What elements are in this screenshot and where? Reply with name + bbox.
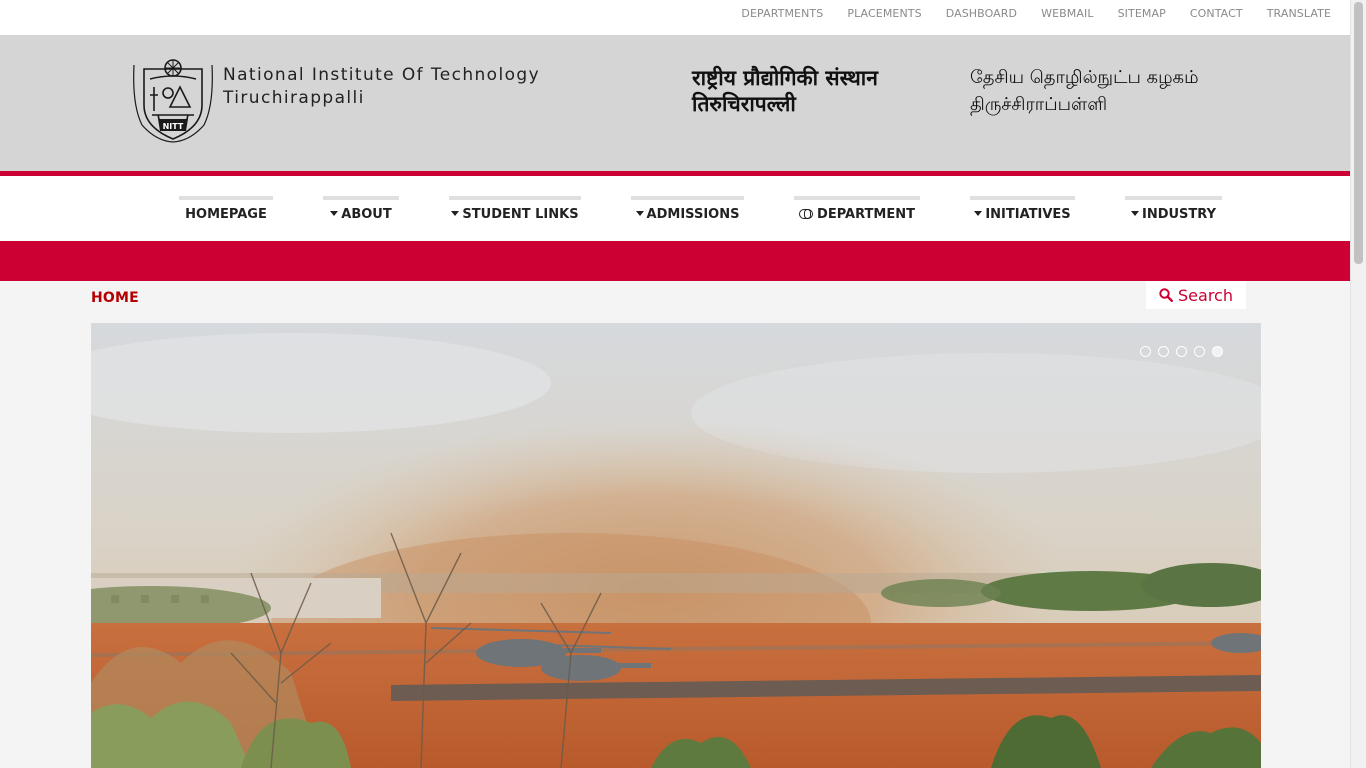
tamil-name-line2: திருச்சிராப்பள்ளி (970, 94, 1108, 115)
nav-department-label: DEPARTMENT (817, 206, 915, 222)
site-header: NITT National Institute Of Technology Ti… (0, 35, 1350, 171)
institute-name-tamil: தேசிய தொழில்நுட்ப கழகம் திருச்சிராப்பள்ள… (970, 64, 1199, 118)
search-icon (1159, 288, 1174, 302)
nav-initiatives-label: INITIATIVES (985, 206, 1071, 222)
slider-dot-4[interactable] (1194, 346, 1205, 357)
hindi-name-line2: तिरुचिरापल्ली (692, 92, 796, 116)
nav-about[interactable]: ABOUT (323, 196, 399, 228)
nav-homepage[interactable]: HOMEPAGE (179, 196, 273, 228)
top-link-contact[interactable]: CONTACT (1190, 7, 1243, 21)
institute-name-hindi: राष्ट्रीय प्रौद्योगिकी संस्थान तिरुचिराप… (692, 65, 878, 117)
slider-dot-5[interactable] (1212, 346, 1223, 357)
helipad-dust-photo (91, 323, 1261, 768)
nav-homepage-label: HOMEPAGE (185, 206, 267, 222)
top-link-webmail[interactable]: WEBMAIL (1041, 7, 1093, 21)
nav-admissions-label: ADMISSIONS (646, 206, 740, 222)
slider-dot-2[interactable] (1158, 346, 1169, 357)
caret-down-icon (635, 210, 644, 216)
slider-dot-1[interactable] (1140, 346, 1151, 357)
caret-down-icon (1130, 210, 1139, 216)
accent-band (0, 241, 1350, 281)
top-link-dashboard[interactable]: DASHBOARD (946, 7, 1017, 21)
nav-department[interactable]: DEPARTMENT (794, 196, 920, 228)
hindi-name-line1: राष्ट्रीय प्रौद्योगिकी संस्थान (692, 66, 878, 90)
institute-name-english: National Institute Of Technology Tiruchi… (223, 64, 540, 110)
top-link-translate[interactable]: TRANSLATE (1267, 7, 1331, 21)
scrollbar-thumb[interactable] (1354, 2, 1363, 264)
slider-dot-3[interactable] (1176, 346, 1187, 357)
top-link-departments[interactable]: DEPARTMENTS (741, 7, 823, 21)
nav-industry-label: INDUSTRY (1141, 206, 1216, 222)
slider-indicators (1140, 346, 1223, 357)
hero-slider-image[interactable] (91, 323, 1261, 768)
caret-down-icon (451, 210, 460, 216)
nav-admissions[interactable]: ADMISSIONS (631, 196, 744, 228)
tamil-name-line1: தேசிய தொழில்நுட்ப கழகம் (970, 67, 1199, 88)
english-name-line2: Tiruchirappalli (223, 88, 365, 108)
main-nav: HOMEPAGE ABOUT STUDENT LINKS ADMISSIONS … (0, 196, 1350, 226)
breadcrumb[interactable]: HOME (91, 290, 139, 306)
top-link-placements[interactable]: PLACEMENTS (847, 7, 921, 21)
main-nav-bar: HOMEPAGE ABOUT STUDENT LINKS ADMISSIONS … (0, 176, 1350, 241)
caret-down-icon (974, 210, 983, 216)
nav-initiatives[interactable]: INITIATIVES (970, 196, 1075, 228)
top-links: DEPARTMENTS PLACEMENTS DASHBOARD WEBMAIL… (717, 7, 1331, 21)
nav-student-links-label: STUDENT LINKS (462, 206, 579, 222)
svg-text:NITT: NITT (163, 122, 184, 131)
nav-industry[interactable]: INDUSTRY (1125, 196, 1222, 228)
vertical-scrollbar[interactable] (1350, 0, 1366, 768)
english-name-line1: National Institute Of Technology (223, 65, 541, 85)
top-link-sitemap[interactable]: SITEMAP (1118, 7, 1166, 21)
caret-down-icon (330, 210, 339, 216)
nav-about-label: ABOUT (341, 206, 392, 222)
nitt-logo[interactable]: NITT (130, 55, 216, 143)
nav-student-links[interactable]: STUDENT LINKS (449, 196, 581, 228)
top-utility-bar: DEPARTMENTS PLACEMENTS DASHBOARD WEBMAIL… (0, 0, 1350, 35)
search-label: Search (1178, 285, 1233, 305)
search-button[interactable]: Search (1146, 281, 1246, 309)
link-icon (799, 208, 814, 219)
